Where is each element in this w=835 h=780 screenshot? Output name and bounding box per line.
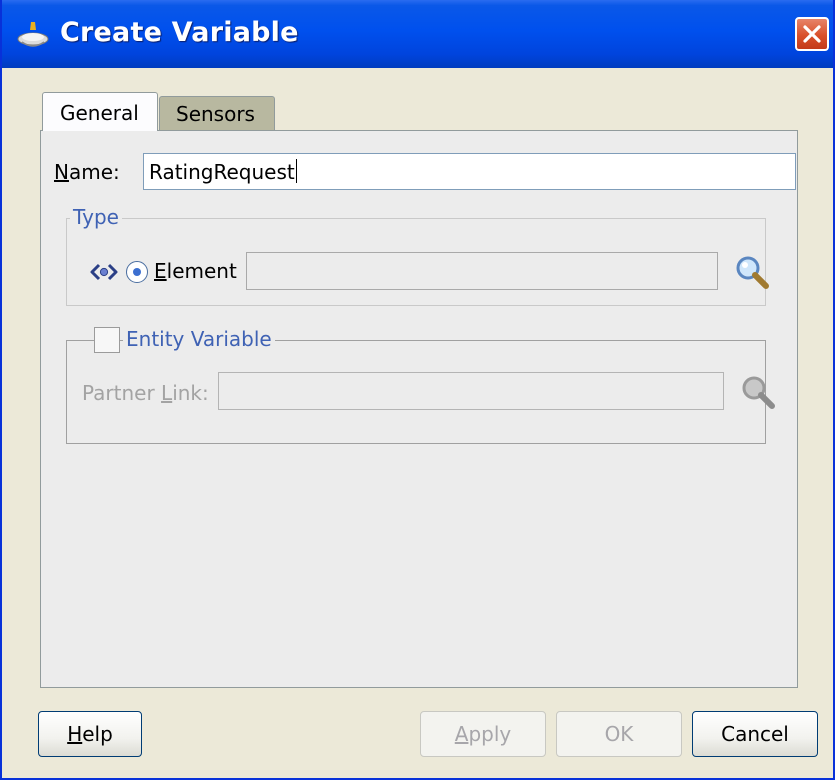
search-icon[interactable] (734, 254, 770, 290)
ok-button[interactable]: OK (556, 711, 682, 757)
element-radio[interactable] (126, 261, 148, 283)
title-bar[interactable]: Create Variable (2, 0, 833, 68)
name-input-value: RatingRequest (149, 160, 295, 184)
help-button[interactable]: Help (38, 711, 142, 757)
partner-link-field (218, 372, 724, 410)
element-label: Element (154, 259, 237, 283)
tab-sensors[interactable]: Sensors (159, 96, 275, 130)
close-button[interactable] (795, 17, 829, 51)
element-field[interactable] (246, 252, 718, 290)
create-variable-dialog: Create Variable General Sensors Name: Ra… (0, 0, 835, 780)
element-type-icon (90, 263, 118, 281)
text-caret (295, 159, 297, 183)
close-icon (803, 25, 821, 43)
tab-general-label: General (60, 101, 139, 125)
tab-sensors-label: Sensors (176, 102, 255, 126)
window-title: Create Variable (60, 17, 299, 48)
name-input[interactable]: RatingRequest (143, 153, 796, 190)
type-group-legend: Type (70, 205, 122, 229)
tab-general[interactable]: General (42, 92, 158, 131)
apply-button[interactable]: Apply (420, 711, 546, 757)
entity-variable-legend: Entity Variable (123, 327, 275, 351)
entity-variable-checkbox[interactable] (94, 327, 120, 353)
name-label: Name: (54, 160, 120, 184)
create-variable-icon (17, 22, 49, 47)
partner-link-label: Partner Link: (82, 381, 209, 405)
search-icon (742, 376, 775, 409)
cancel-button[interactable]: Cancel (692, 711, 818, 757)
